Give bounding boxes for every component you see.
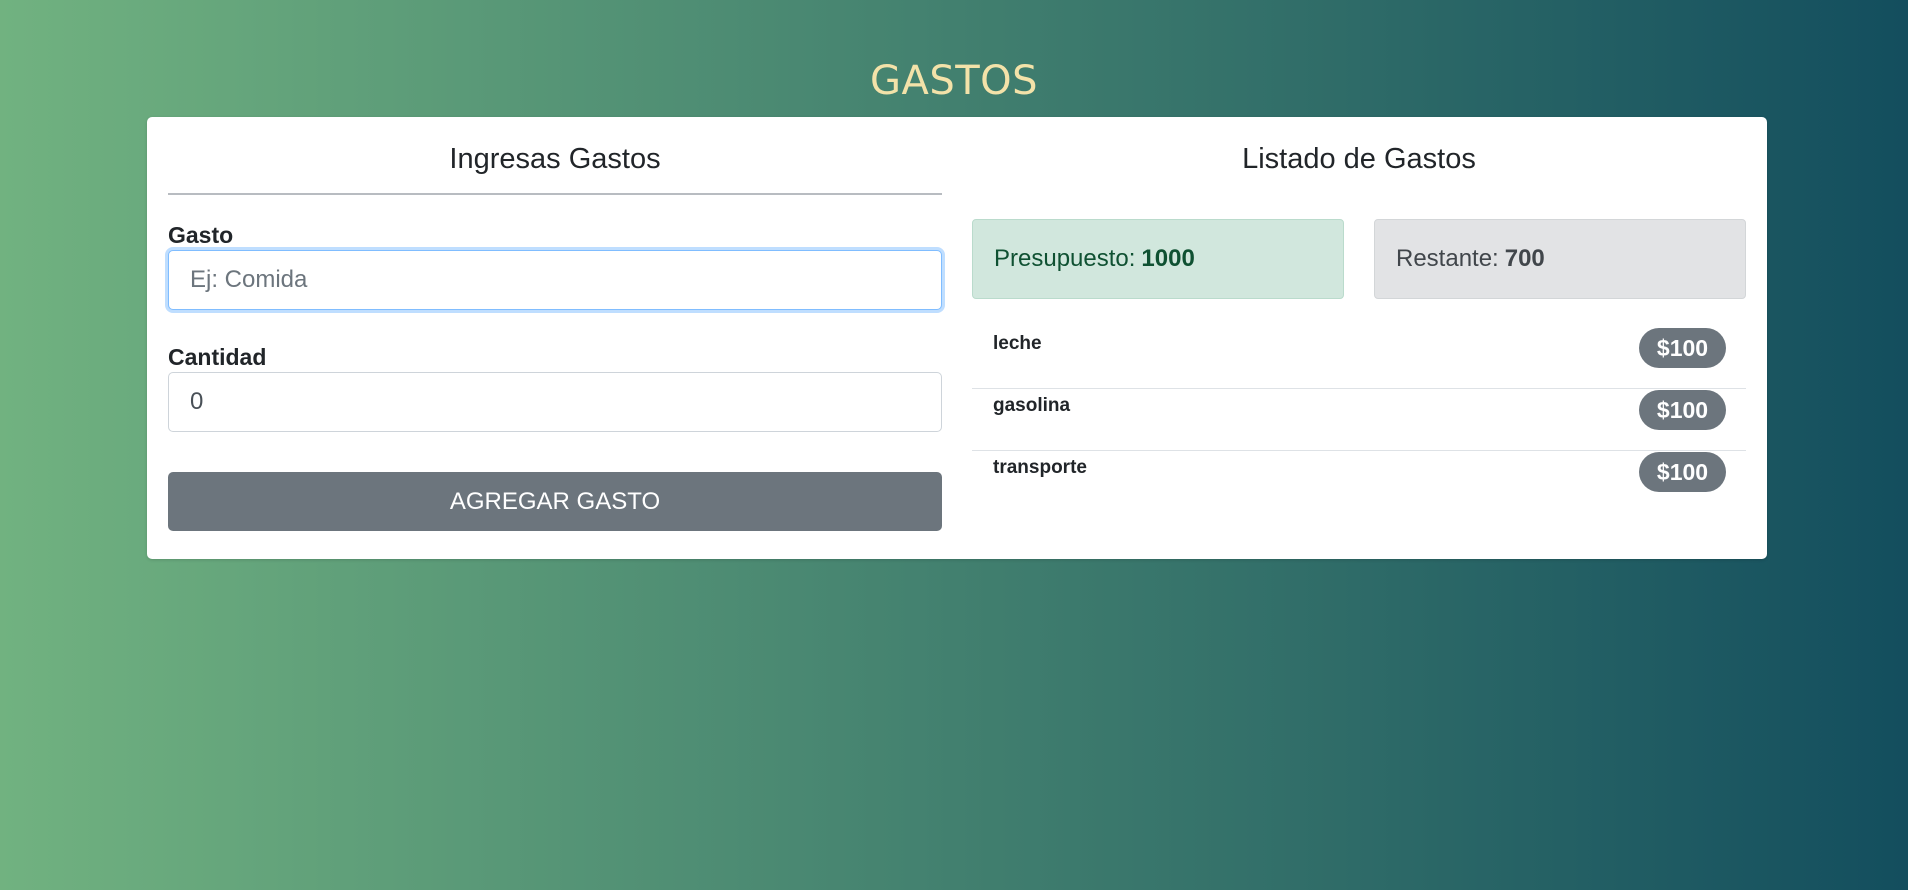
listing-heading: Listado de Gastos — [1242, 143, 1476, 175]
form-divider — [168, 193, 942, 195]
remaining-value: 700 — [1504, 245, 1545, 272]
form-heading: Ingresas Gastos — [449, 143, 661, 175]
expense-item: leche $100 — [972, 327, 1746, 389]
expense-name: transporte — [993, 457, 1087, 478]
expense-amount-badge: $100 — [1639, 390, 1726, 430]
expense-amount-badge: $100 — [1639, 452, 1726, 492]
main-card: Ingresas Gastos Gasto Cantidad AGREGAR G… — [147, 117, 1767, 559]
expense-item: gasolina $100 — [972, 389, 1746, 451]
budget-summary: Presupuesto: 1000 Restante: 700 — [972, 219, 1746, 299]
add-expense-button[interactable]: AGREGAR GASTO — [168, 472, 942, 531]
expense-name: gasolina — [993, 395, 1071, 416]
expense-amount-badge: $100 — [1639, 328, 1726, 368]
remaining-alert: Restante: 700 — [1374, 219, 1746, 299]
page-title: GASTOS — [869, 58, 1039, 104]
budget-label: Presupuesto: — [994, 245, 1136, 272]
remaining-label: Restante: — [1396, 245, 1499, 272]
expense-name: leche — [993, 333, 1042, 354]
expense-label: Gasto — [168, 222, 234, 248]
expense-item: transporte $100 — [972, 451, 1746, 513]
amount-label: Cantidad — [168, 344, 267, 370]
add-expense-form: Ingresas Gastos Gasto Cantidad AGREGAR G… — [168, 117, 942, 531]
budget-alert: Presupuesto: 1000 — [972, 219, 1344, 299]
budget-value: 1000 — [1141, 245, 1195, 272]
expense-input[interactable] — [168, 250, 942, 310]
expense-list: leche $100 gasolina $100 transporte $100 — [972, 327, 1746, 513]
expense-listing: Listado de Gastos Presupuesto: 1000 Rest… — [972, 117, 1746, 513]
amount-input[interactable] — [168, 372, 942, 432]
